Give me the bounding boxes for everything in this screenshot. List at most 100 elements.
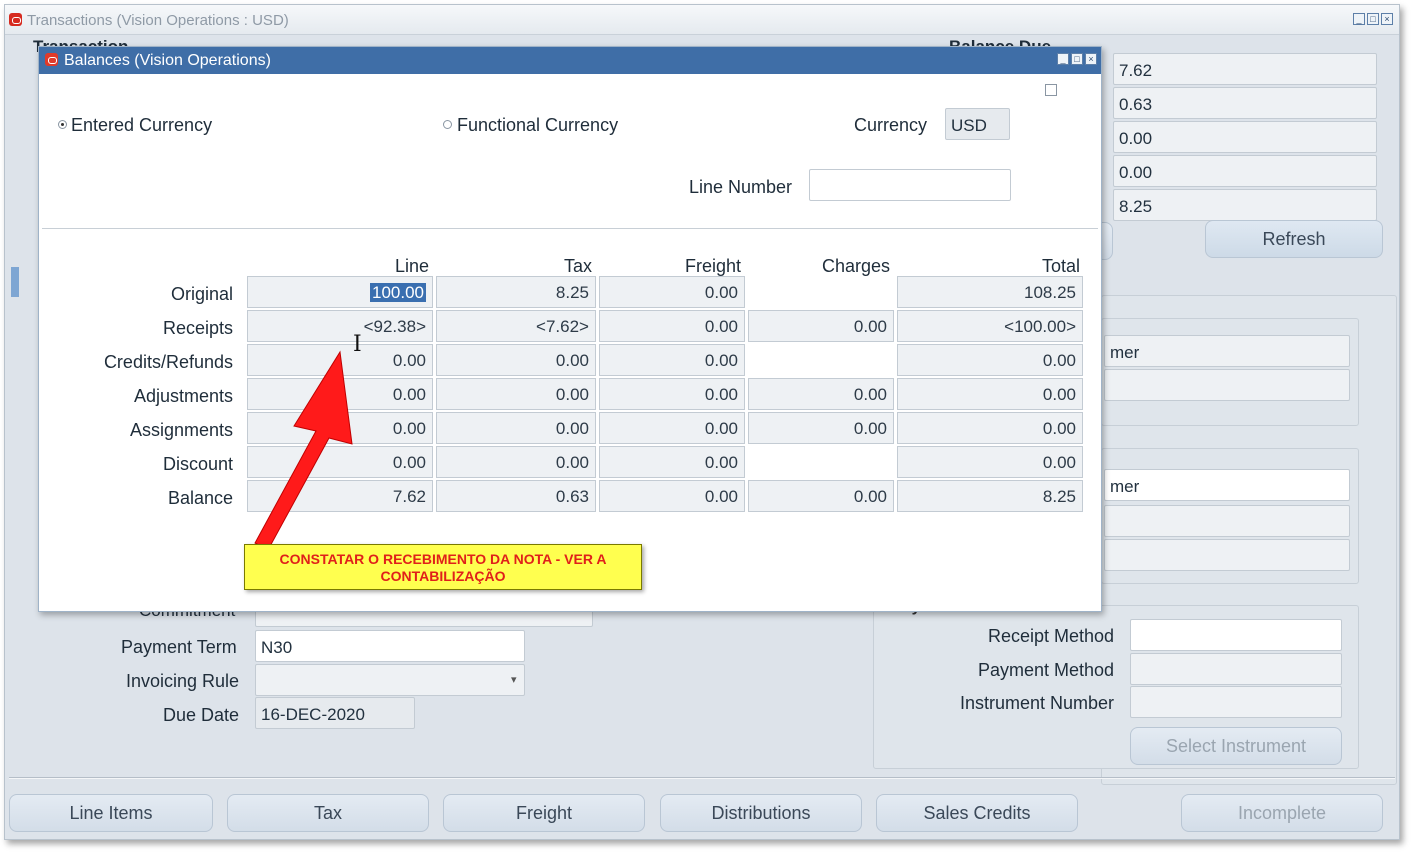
col-header-freight: Freight (684, 256, 741, 276)
cell-receipts-freight[interactable]: 0.00 (599, 310, 745, 342)
payment-method-label: Payment Method (978, 660, 1115, 680)
payment-details-panel: Payment Details Receipt Method Payment M… (873, 598, 1359, 769)
incomplete-button[interactable]: Incomplete (1181, 794, 1383, 832)
cell-assignments-tax[interactable]: 0.00 (436, 412, 596, 444)
cell-discount-tax[interactable]: 0.00 (436, 446, 596, 478)
cell-assignments-total[interactable]: 0.00 (897, 412, 1083, 444)
ship-to-location-field[interactable] (1104, 505, 1350, 537)
balance-due-line: 7.62 (1113, 53, 1377, 85)
ship-to-panel: mer (1101, 448, 1359, 584)
annotation-line-2: CONTABILIZAÇÃO (380, 568, 506, 584)
cell-adjustments-charges[interactable]: 0.00 (748, 378, 894, 410)
close-icon[interactable]: × (1085, 53, 1097, 65)
select-instrument-button[interactable]: Select Instrument (1130, 727, 1342, 765)
maximize-icon[interactable]: □ (1367, 13, 1379, 25)
cell-credits-freight[interactable]: 0.00 (599, 344, 745, 376)
col-header-charges: Charges (821, 256, 890, 276)
currency-label: Currency (854, 115, 928, 135)
row-label-credits-refunds: Credits/Refunds (103, 352, 233, 372)
col-header-line: Line (394, 256, 429, 276)
col-header-tax: Tax (563, 256, 592, 276)
entered-currency-radio[interactable] (58, 120, 67, 129)
balance-due-freight: 0.00 (1113, 121, 1377, 153)
functional-currency-label[interactable]: Functional Currency (457, 115, 618, 136)
window-title: Transactions (Vision Operations : USD) (27, 12, 289, 29)
close-icon[interactable]: × (1381, 13, 1393, 25)
cell-credits-total[interactable]: 0.00 (897, 344, 1083, 376)
row-label-original: Original (170, 284, 233, 304)
dialog-checkbox[interactable] (1045, 84, 1057, 96)
chevron-down-icon[interactable]: ▾ (511, 673, 517, 686)
cell-receipts-tax[interactable]: <7.62> (436, 310, 596, 342)
receipt-method-field[interactable] (1130, 619, 1342, 651)
arrow-shape (254, 350, 353, 551)
cell-original-freight[interactable]: 0.00 (599, 276, 745, 308)
balances-title-bar: Balances (Vision Operations) _ □ × (39, 47, 1101, 74)
balance-due-charges: 0.00 (1113, 155, 1377, 187)
dialog-title: Balances (Vision Operations) (64, 52, 271, 69)
dialog-separator (42, 228, 1098, 230)
cell-adjustments-total[interactable]: 0.00 (897, 378, 1083, 410)
freight-button[interactable]: Freight (443, 794, 645, 832)
col-header-total: Total (1041, 256, 1080, 276)
minimize-icon[interactable]: _ (1353, 13, 1365, 25)
screen: Transactions (Vision Operations : USD) _… (0, 0, 1411, 857)
receipt-method-label: Receipt Method (988, 626, 1115, 646)
refresh-button[interactable]: Refresh (1205, 220, 1383, 258)
row-label-adjustments: Adjustments (133, 386, 233, 406)
cell-credits-tax[interactable]: 0.00 (436, 344, 596, 376)
due-date-field[interactable]: 16-DEC-2020 (255, 697, 415, 729)
cell-receipts-total[interactable]: <100.00> (897, 310, 1083, 342)
tab-indicator (11, 267, 19, 297)
cell-balance-tax[interactable]: 0.63 (436, 480, 596, 512)
balance-due-total: 8.25 (1113, 189, 1377, 221)
maximize-icon[interactable]: □ (1071, 53, 1083, 65)
payment-term-field[interactable]: N30 (255, 630, 525, 662)
minimize-icon[interactable]: _ (1057, 53, 1069, 65)
distributions-button[interactable]: Distributions (660, 794, 862, 832)
cell-original-total[interactable]: 108.25 (897, 276, 1083, 308)
cell-balance-freight[interactable]: 0.00 (599, 480, 745, 512)
currency-field: USD (945, 108, 1010, 140)
invoicing-rule-select[interactable] (255, 664, 525, 696)
cell-balance-total[interactable]: 8.25 (897, 480, 1083, 512)
balances-dialog: Balances (Vision Operations) _ □ × Enter… (38, 46, 1102, 612)
cell-assignments-charges[interactable]: 0.00 (748, 412, 894, 444)
row-label-assignments: Assignments (129, 420, 233, 440)
ship-to-contact-field[interactable] (1104, 539, 1350, 571)
bill-to-panel: mer (1101, 318, 1359, 426)
functional-currency-radio[interactable] (443, 120, 452, 129)
cell-original-tax[interactable]: 8.25 (436, 276, 596, 308)
cell-assignments-freight[interactable]: 0.00 (599, 412, 745, 444)
payment-term-label: Payment Term (121, 637, 237, 657)
window-controls: _ □ × (1353, 13, 1393, 25)
cell-discount-total[interactable]: 0.00 (897, 446, 1083, 478)
bottom-divider (9, 777, 1395, 779)
line-number-label: Line Number (689, 177, 793, 197)
cell-receipts-charges[interactable]: 0.00 (748, 310, 894, 342)
cell-discount-freight[interactable]: 0.00 (599, 446, 745, 478)
cell-receipts-line[interactable]: <92.38> (247, 310, 433, 342)
line-number-field[interactable] (809, 169, 1011, 201)
balance-due-tax: 0.63 (1113, 87, 1377, 119)
bill-to-location-field[interactable] (1104, 369, 1350, 401)
entered-currency-label[interactable]: Entered Currency (71, 115, 212, 136)
oracle-logo-icon (45, 53, 58, 66)
due-date-label: Due Date (163, 705, 240, 725)
cell-balance-charges[interactable]: 0.00 (748, 480, 894, 512)
ship-to-customer-field[interactable]: mer (1104, 469, 1350, 501)
oracle-logo-icon (9, 13, 22, 26)
cell-adjustments-tax[interactable]: 0.00 (436, 378, 596, 410)
transactions-title-bar: Transactions (Vision Operations : USD) _… (5, 5, 1399, 35)
annotation-note: CONSTATAR O RECEBIMENTO DA NOTA - VER A … (244, 544, 642, 590)
red-arrow-icon (254, 350, 353, 551)
tax-button[interactable]: Tax (227, 794, 429, 832)
annotation-line-1: CONSTATAR O RECEBIMENTO DA NOTA - VER A (279, 551, 607, 567)
sales-credits-button[interactable]: Sales Credits (876, 794, 1078, 832)
line-items-button[interactable]: Line Items (9, 794, 213, 832)
bill-to-customer-field[interactable]: mer (1104, 335, 1350, 367)
cell-original-line[interactable]: 100.00 (247, 276, 433, 308)
cell-adjustments-freight[interactable]: 0.00 (599, 378, 745, 410)
instrument-number-field[interactable] (1130, 686, 1342, 718)
payment-method-field[interactable] (1130, 653, 1342, 685)
